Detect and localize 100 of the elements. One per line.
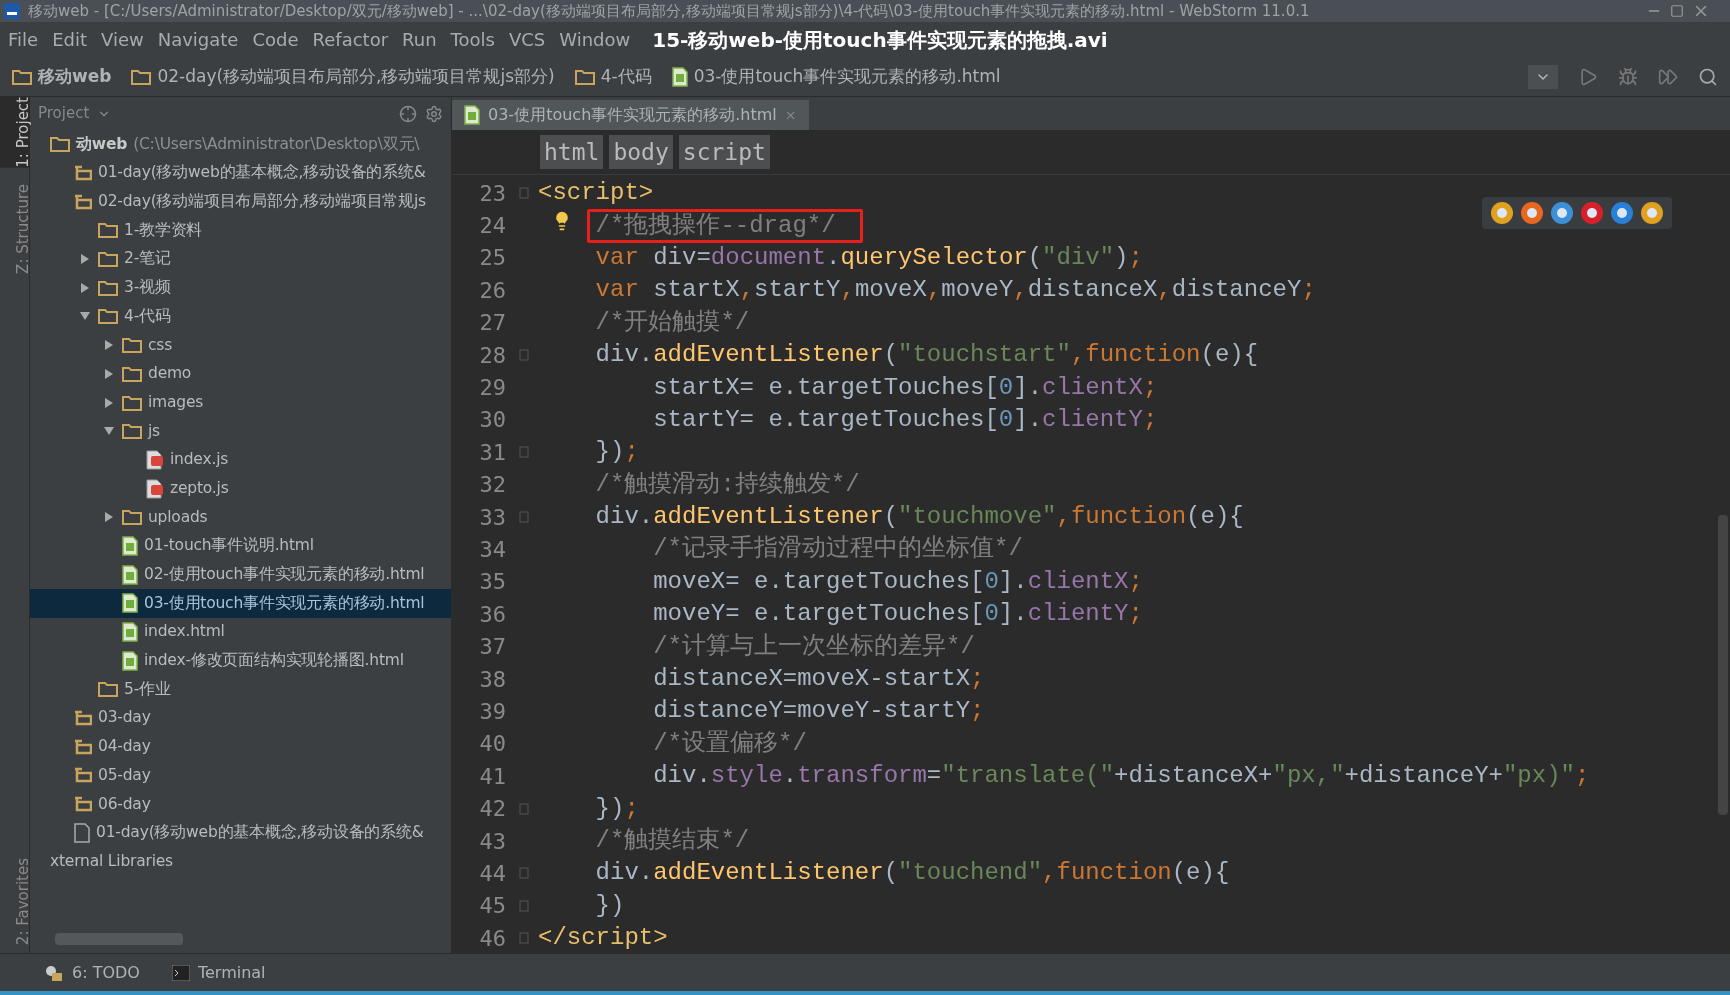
settings-icon[interactable] [425,104,443,123]
collapsed-arrow-icon[interactable] [79,281,91,294]
debug-icon[interactable] [1618,66,1638,87]
fold-marker-icon[interactable] [519,446,529,459]
menu-item[interactable]: Code [252,26,299,53]
tree-item[interactable]: 04-day [30,732,451,762]
side-tool-tab[interactable]: 2: Favorites [0,857,29,945]
browser-icon[interactable] [1640,201,1664,225]
maximize-icon[interactable] [1670,4,1684,18]
menu-item[interactable]: Window [559,26,631,53]
fold-marker-icon[interactable] [519,187,529,200]
line-number: 42 [478,795,507,824]
tree-item[interactable]: index.html [30,617,451,647]
browser-icon[interactable] [1520,201,1544,225]
nav-breadcrumb[interactable]: 4-代码 [574,63,652,90]
menu-item[interactable]: View [101,26,144,53]
tree-item[interactable]: 5-作业 [30,675,451,704]
tree-item[interactable]: images [30,388,451,417]
vertical-scrollbar[interactable] [1718,515,1728,815]
tree-item[interactable]: uploads [30,502,451,532]
nav-breadcrumb[interactable]: 移动web [12,63,112,90]
coverage-icon[interactable] [1658,66,1678,87]
fold-marker-icon[interactable] [519,349,529,362]
line-number: 45 [478,892,507,921]
tree-item[interactable]: 2-笔记 [30,244,451,274]
browser-icon[interactable] [1550,201,1574,225]
run-config-dropdown[interactable] [1528,64,1558,89]
tree-item[interactable]: 05-day [30,761,451,790]
menu-item[interactable]: Edit [52,26,87,53]
side-tool-tab[interactable]: 1: Project [0,97,29,168]
tree-item[interactable]: 02-day(移动端项目布局部分,移动端项目常规js [30,187,451,217]
tree-item[interactable]: css [30,330,451,360]
line-number: 39 [478,697,507,726]
folder-icon [50,136,70,153]
html-file-icon [122,622,138,643]
code-line: /*计算与上一次坐标的差异*/ [653,632,975,661]
browser-icon[interactable] [1610,201,1634,225]
locate-icon[interactable] [399,104,417,123]
fold-marker-icon[interactable] [519,802,529,815]
fold-marker-icon[interactable] [519,511,529,524]
collapsed-arrow-icon[interactable] [103,367,115,380]
tree-item[interactable]: demo [30,359,451,389]
tag-breadcrumb[interactable]: script [678,134,770,170]
tag-breadcrumb[interactable]: html [540,134,604,170]
collapsed-arrow-icon[interactable] [103,511,115,524]
line-number: 32 [478,471,507,500]
menu-item[interactable]: Run [402,26,437,53]
code-line: div.style.transform="translate("+distanceX+"px,"+distanceY+"px)"; [653,762,1590,791]
menu-item[interactable]: Navigate [157,26,239,53]
collapsed-arrow-icon[interactable] [103,396,115,409]
nav-breadcrumb[interactable]: 02-day(移动端项目布局部分,移动端项目常规js部分) [131,63,555,90]
tree-item[interactable]: 01-day(移动web的基本概念,移动设备的系统& [30,158,451,188]
tree-item[interactable]: index.js [30,445,451,475]
code-line: moveX= e.targetTouches[0].clientX; [653,567,1143,596]
html-file-icon [671,66,688,87]
line-number: 30 [478,406,507,435]
tree-item[interactable]: 01-day(移动web的基本概念,移动设备的系统& [30,818,451,848]
tree-item[interactable]: 3-视频 [30,273,451,303]
code-line: distanceY=moveY-startY; [653,697,985,726]
menu-item[interactable]: Tools [450,26,495,53]
folder-icon [98,308,118,325]
menu-item[interactable]: Refactor [312,26,389,53]
tree-item[interactable]: js [30,416,451,446]
tool-window-button[interactable]: 6: TODO [44,960,140,985]
folder-icon [122,394,142,411]
code-line: /*触摸滑动:持续触发*/ [595,470,860,499]
fold-marker-icon[interactable] [519,899,529,912]
run-icon[interactable] [1578,66,1598,87]
side-tool-tab[interactable]: Z: Structure [0,183,29,274]
nav-breadcrumb[interactable]: 03-使用touch事件实现元素的移动.html [671,63,1001,90]
tool-window-button[interactable]: Terminal [171,960,266,985]
tree-item[interactable]: 02-使用touch事件实现元素的移动.html [30,560,451,589]
tree-item[interactable]: 4-代码 [30,302,451,331]
horizontal-scrollbar[interactable] [55,933,183,945]
menu-item[interactable]: VCS [508,26,546,53]
html-file-icon [122,564,138,585]
tree-item[interactable]: xternal Libraries [30,847,451,876]
collapsed-arrow-icon[interactable] [103,339,115,352]
browser-icon[interactable] [1490,201,1514,225]
tree-item[interactable]: 03-day [30,703,451,733]
search-icon[interactable] [1698,66,1718,87]
tree-item[interactable]: 03-使用touch事件实现元素的移动.html [30,589,451,618]
collapsed-arrow-icon[interactable] [79,253,91,266]
html-file-icon [464,105,480,125]
tree-item[interactable]: zepto.js [30,474,451,503]
fold-marker-icon[interactable] [519,932,529,945]
tree-item[interactable]: 1-教学资料 [30,216,451,245]
folder-icon [12,68,32,85]
code-line: <script> [538,179,654,208]
tree-item[interactable]: 06-day [30,789,451,819]
menu-item[interactable]: File [8,26,39,53]
tree-item[interactable]: 动web (C:\Users\Administrator\Desktop\双元\ [30,130,451,159]
project-view-dropdown[interactable]: Project [38,102,112,125]
line-number: 43 [478,827,507,856]
tree-item[interactable]: index-修改页面结构实现轮播图.html [30,646,451,676]
tree-item[interactable]: 01-touch事件说明.html [30,531,451,561]
tag-breadcrumb[interactable]: body [609,134,673,170]
editor-tab[interactable]: 03-使用touch事件实现元素的移动.html × [452,100,809,130]
browser-icon[interactable] [1580,201,1604,225]
fold-marker-icon[interactable] [519,867,529,880]
